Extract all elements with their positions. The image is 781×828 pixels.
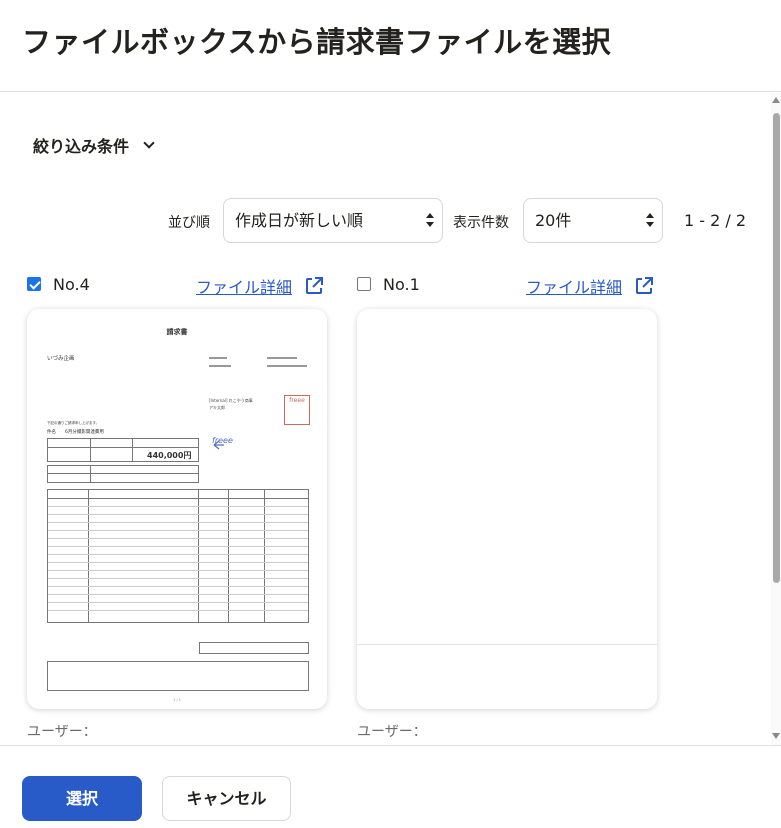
invoice-recipient: いづみ企画 (47, 356, 75, 362)
count-label: 表示件数 (453, 215, 509, 231)
external-link-icon[interactable] (634, 276, 654, 296)
invoice-thumbnail[interactable]: 請求書 いづみ企画 [Internal] れこやう商事 アキ太郎 freee 下… (27, 309, 327, 709)
file-user-label: ユーザー： (27, 724, 97, 740)
file-card-header: No.1 ファイル詳細 (357, 274, 657, 298)
invoice-title: 請求書 (166, 328, 188, 336)
dialog-body: 絞り込み条件 並び順 作成日が新しい順 表示件数 20件 1 - 2 / 2 N… (0, 93, 781, 745)
scrollbar[interactable] (771, 93, 781, 745)
filter-toggle[interactable]: 絞り込み条件 (33, 133, 155, 157)
cancel-button[interactable]: キャンセル (162, 776, 291, 821)
company-seal: freee (284, 395, 310, 425)
invoice-preview: 請求書 いづみ企画 [Internal] れこやう商事 アキ太郎 freee 下… (27, 309, 327, 709)
invoice-meta-labels (209, 354, 231, 367)
invoice-page-number: 1 / 1 (173, 698, 181, 702)
sort-select[interactable]: 作成日が新しい順 (223, 198, 443, 243)
file-number: No.4 (53, 275, 90, 294)
file-thumbnail[interactable] (357, 309, 657, 709)
invoice-subject: 件名 6月分撮影関連費用 (47, 430, 104, 435)
dialog-footer: 選択 キャンセル (0, 745, 781, 828)
invoice-amount: 440,000円 (147, 451, 192, 460)
select-arrows-icon (646, 212, 654, 230)
count-select[interactable]: 20件 (523, 198, 663, 243)
invoice-sender: [Internal] れこやう商事 アキ太郎 (209, 397, 253, 411)
line-items-table (47, 489, 309, 623)
dialog-header: ファイルボックスから請求書ファイルを選択 (0, 0, 781, 92)
sort-label: 並び順 (168, 215, 210, 231)
sort-controls: 並び順 作成日が新しい順 表示件数 20件 1 - 2 / 2 (0, 198, 781, 243)
file-card-header: No.4 ファイル詳細 (27, 274, 327, 298)
file-user-label: ユーザー： (357, 724, 427, 740)
scroll-down-icon[interactable] (772, 733, 780, 739)
sort-select-value: 作成日が新しい順 (235, 211, 364, 230)
file-detail-link[interactable]: ファイル詳細 (526, 274, 622, 298)
tax-summary-box (199, 642, 309, 654)
remarks-box (47, 661, 309, 691)
file-checkbox[interactable] (27, 277, 41, 291)
select-button[interactable]: 選択 (22, 776, 142, 821)
invoice-sender-company: [Internal] れこやう商事 (209, 398, 253, 403)
scroll-up-icon[interactable] (772, 97, 780, 103)
scrollbar-thumb[interactable] (773, 113, 780, 583)
count-select-value: 20件 (535, 211, 572, 230)
invoice-meta-values (267, 354, 307, 367)
chevron-down-icon (143, 137, 155, 149)
select-arrows-icon (426, 212, 434, 230)
thumbnail-divider (357, 644, 657, 645)
file-detail-link[interactable]: ファイル詳細 (196, 274, 292, 298)
filter-label: 絞り込み条件 (33, 137, 130, 156)
pagination-text: 1 - 2 / 2 (684, 211, 747, 230)
invoice-greeting: 下記の通りご請求申し上げます。 (47, 421, 100, 425)
file-number: No.1 (383, 275, 420, 294)
arrow-icon (213, 440, 224, 450)
dialog-title: ファイルボックスから請求書ファイルを選択 (22, 25, 612, 59)
payment-table (47, 465, 199, 483)
file-checkbox[interactable] (357, 277, 371, 291)
invoice-sender-person: アキ太郎 (209, 405, 225, 410)
external-link-icon[interactable] (304, 276, 324, 296)
